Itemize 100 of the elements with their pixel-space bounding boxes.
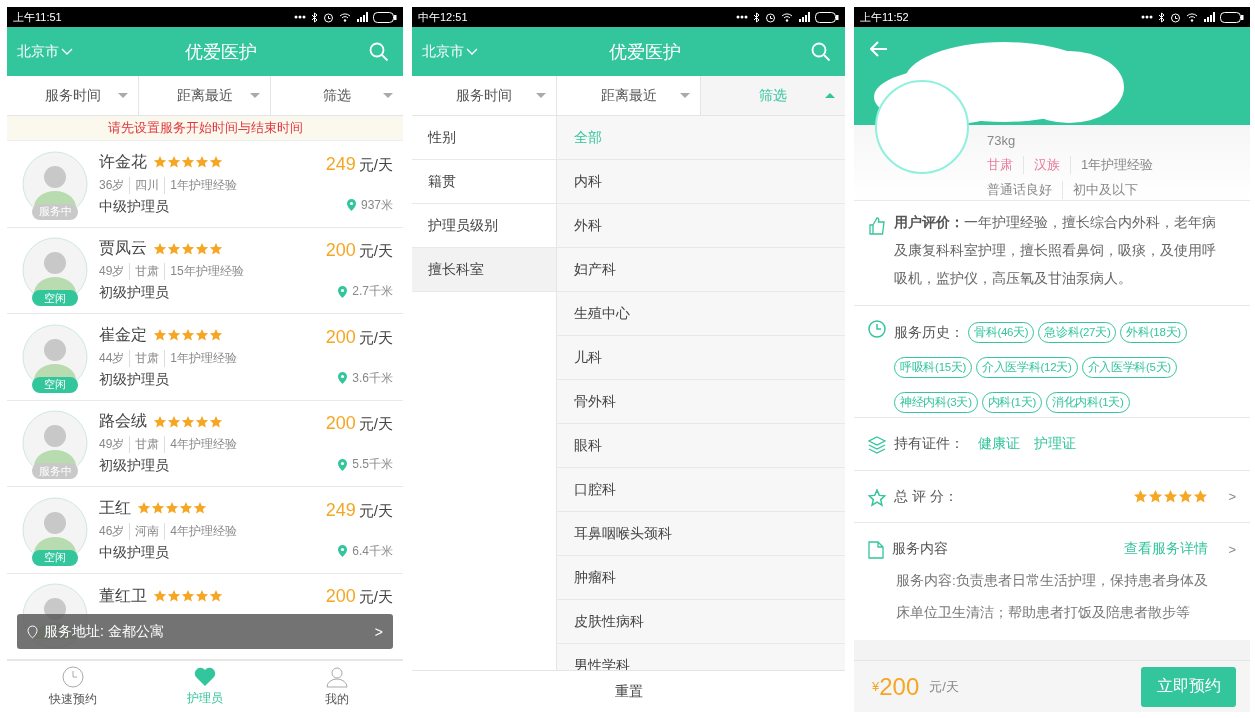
origin-text: 甘肃 <box>129 263 160 281</box>
back-icon[interactable] <box>870 41 888 57</box>
department-item[interactable]: 生殖中心 <box>557 292 845 336</box>
alarm-icon <box>765 11 776 23</box>
star-icon <box>153 328 167 343</box>
service-description: 服务内容:负责患者日常生活护理，保持患者身体及床单位卫生清洁；帮助患者打饭及陪患者散步等 <box>896 572 1208 622</box>
star-icon <box>167 155 181 170</box>
star-icon <box>209 414 223 429</box>
grade-text: 中级护理员 <box>99 197 169 214</box>
chevron-text[interactable]: > <box>1228 489 1236 504</box>
pin-icon <box>338 372 348 385</box>
status-time: 上午11:52 <box>860 9 909 25</box>
age-text: 44岁 <box>99 349 125 367</box>
caregiver-name: 王红 <box>99 497 131 518</box>
search-icon[interactable] <box>811 41 831 62</box>
chevron-text[interactable]: > <box>1228 541 1236 557</box>
certificates-label: 持有证件： <box>894 435 964 453</box>
nav-tab[interactable]: 我的 <box>271 661 403 712</box>
department-item[interactable]: 肿瘤科 <box>557 556 845 600</box>
signal-icon <box>356 12 368 22</box>
rating-label: 总 评 分： <box>894 487 958 506</box>
nav-tab[interactable]: 快速预约 <box>7 661 139 712</box>
chevron-down-icon <box>61 47 73 56</box>
department-item[interactable]: 内科 <box>557 160 845 204</box>
department-tag: 介入医学科(12天) <box>976 357 1078 378</box>
star-icon <box>179 501 193 516</box>
price-unit: 元/天 <box>358 242 393 260</box>
department-item[interactable]: 口腔科 <box>557 468 845 512</box>
distance-text: 937米 <box>360 196 393 214</box>
signal-icon <box>798 12 810 22</box>
ethnicity-text: 汉族 <box>1023 156 1060 174</box>
department-item[interactable]: 外科 <box>557 204 845 248</box>
grade-text: 中级护理员 <box>99 543 169 560</box>
experience-text: 15年护理经验 <box>164 263 244 281</box>
experience-text: 4年护理经验 <box>164 522 238 540</box>
department-item[interactable]: 皮肤性病科 <box>557 600 845 644</box>
star-icon <box>153 414 167 429</box>
star-icon <box>193 501 207 516</box>
app-title: 优爱医护 <box>608 40 681 64</box>
person-icon <box>326 665 348 688</box>
star-icon <box>181 328 195 343</box>
star-outline-icon <box>868 488 886 507</box>
wifi-icon <box>339 12 351 22</box>
thumbs-up-icon <box>868 217 886 235</box>
language-text: 普通话良好 <box>987 181 1052 199</box>
dots-icon <box>736 15 748 19</box>
age-text: 49岁 <box>99 436 125 454</box>
price-unit: 元/天 <box>358 155 393 173</box>
grade-text: 初级护理员 <box>99 284 169 301</box>
category-item[interactable]: 性别 <box>412 116 556 160</box>
battery-icon <box>815 11 839 23</box>
dots-icon <box>1141 15 1153 19</box>
status-time: 中午12:51 <box>418 9 468 25</box>
battery-icon <box>373 11 397 23</box>
price-value: 249 <box>325 153 356 174</box>
heart-icon <box>194 666 216 687</box>
search-icon[interactable] <box>369 41 389 62</box>
education-text: 初中及以下 <box>1062 181 1138 199</box>
experience-text: 4年护理经验 <box>164 436 238 454</box>
star-icon <box>167 328 181 343</box>
star-icon <box>209 589 223 604</box>
star-icon <box>209 241 223 256</box>
price-unit: 元/天 <box>929 677 959 696</box>
price-value: 200 <box>325 326 356 347</box>
department-item[interactable]: 眼科 <box>557 424 845 468</box>
service-label: 服务内容 <box>892 540 948 558</box>
layers-icon <box>868 436 886 454</box>
currency-sign: ¥ <box>872 679 880 694</box>
department-item[interactable]: 儿科 <box>557 336 845 380</box>
distance-text: 3.6千米 <box>352 369 393 387</box>
pin-icon <box>27 624 38 639</box>
distance-text: 2.7千米 <box>352 283 393 301</box>
pin-icon <box>338 545 348 558</box>
address-bar[interactable]: 服务地址: 金都公寓 > <box>17 614 393 649</box>
star-icon <box>195 414 209 429</box>
certificate-text: 健康证 <box>978 435 1020 453</box>
price-value: 200 <box>879 672 920 701</box>
department-tag: 神经内科(3天) <box>894 391 978 413</box>
signal-icon <box>1203 12 1215 22</box>
price-unit: 元/天 <box>358 501 393 519</box>
pin-icon <box>338 285 348 298</box>
department-tag: 呼吸科(15天) <box>894 357 973 378</box>
star-icon <box>209 155 223 170</box>
alarm-icon <box>1170 11 1181 23</box>
bluetooth-icon <box>753 11 760 23</box>
category-item[interactable]: 籍贯 <box>412 160 556 204</box>
origin-text: 四川 <box>129 176 160 194</box>
department-item[interactable]: 骨外科 <box>557 380 845 424</box>
department-item[interactable]: 耳鼻咽喉头颈科 <box>557 512 845 556</box>
review-text: 用户评价：一年护理经验，擅长综合内外科，老年病及康复科科室护理，擅长照看鼻饲，吸痰，及使用呼吸机，监护仪，高压氧及甘油泵病人。 <box>894 214 1217 288</box>
category-item[interactable]: 擅长科室 <box>412 248 556 292</box>
notice-text: 请先设置服务开始时间与结束时间 <box>7 116 403 141</box>
dots-icon <box>294 15 306 19</box>
grade-text: 初级护理员 <box>99 370 169 387</box>
star-icon <box>195 155 209 170</box>
department-item[interactable]: 妇产科 <box>557 248 845 292</box>
caregiver-name: 许金花 <box>99 151 147 172</box>
wifi-icon <box>1186 12 1198 22</box>
caregiver-name: 董红卫 <box>99 585 147 606</box>
star-icon <box>1148 489 1164 504</box>
